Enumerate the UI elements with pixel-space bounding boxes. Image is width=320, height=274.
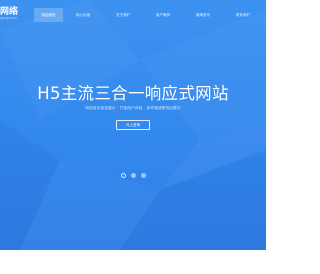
- nav-item-home[interactable]: 网站首页: [34, 8, 63, 22]
- nav-item-core-value[interactable]: 核心价值: [63, 8, 103, 22]
- nav-item-label: 关于我们: [116, 12, 130, 17]
- nav-item-label: 网站首页: [41, 12, 56, 17]
- nav-item-label: 核心价值: [76, 12, 90, 17]
- logo-subtext: wangluo.cn: [0, 16, 18, 20]
- main-nav: 网站首页 核心价值 关于我们 客户案例 新闻资讯 联系我们: [34, 8, 263, 22]
- hero-subtitle: 网站首页信息展示 · 打造用户体验 · 多终端适配响应模式: [85, 106, 181, 110]
- site-logo[interactable]: 网络 wangluo.cn: [0, 2, 30, 22]
- carousel-dot-2[interactable]: [131, 173, 136, 178]
- nav-item-about[interactable]: 关于我们: [103, 8, 143, 22]
- carousel-dot-1[interactable]: [121, 173, 126, 178]
- carousel-dot-3[interactable]: [141, 173, 146, 178]
- nav-item-news[interactable]: 新闻资讯: [183, 8, 223, 22]
- hero-banner: 网络 wangluo.cn 网站首页 核心价值 关于我们 客户案例 新闻资讯 联…: [0, 0, 266, 250]
- hero-title: H5主流三合一响应式网站: [37, 84, 229, 103]
- consult-button[interactable]: 马上咨询: [116, 120, 150, 130]
- carousel-dots: [121, 173, 146, 178]
- nav-item-label: 新闻资讯: [196, 12, 210, 17]
- nav-item-label: 联系我们: [236, 12, 250, 17]
- nav-item-cases[interactable]: 客户案例: [143, 8, 183, 22]
- nav-item-contact[interactable]: 联系我们: [223, 8, 263, 22]
- nav-item-label: 客户案例: [156, 12, 170, 17]
